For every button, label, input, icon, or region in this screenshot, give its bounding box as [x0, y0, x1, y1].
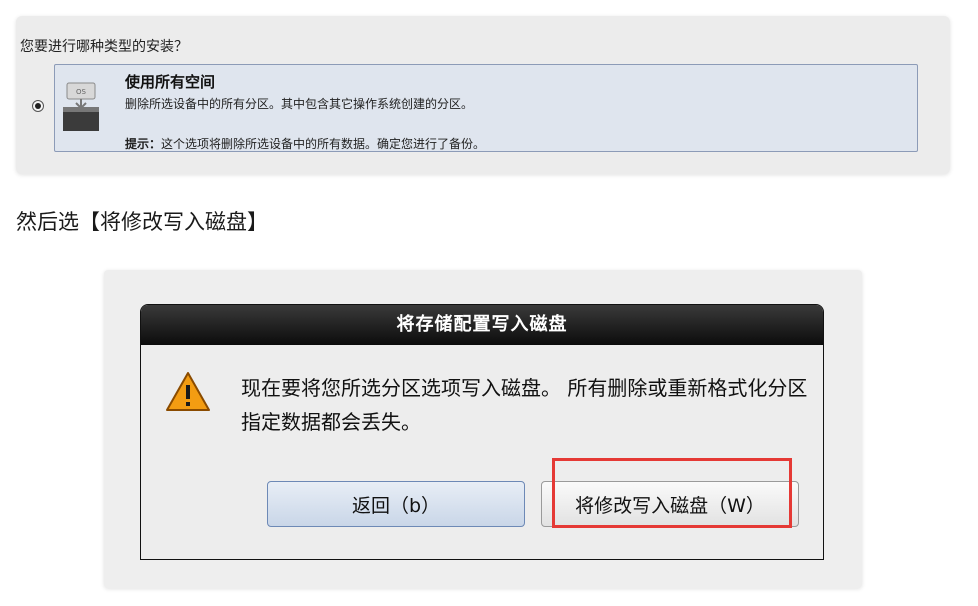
- instruction-caption: 然后选【将修改写入磁盘】: [16, 210, 268, 234]
- option-radio-button[interactable]: [32, 100, 44, 112]
- install-type-screenshot: 您要进行哪种类型的安装？ OS 使用所有空间 删除所选设备中的所有分区。其中包含…: [16, 16, 950, 174]
- hint-label: 提示：: [125, 137, 162, 151]
- svg-text:OS: OS: [76, 88, 87, 96]
- os-disk-icon: OS: [63, 82, 99, 131]
- dialog-screenshot: 将存储配置写入磁盘 现在要将您所选分区选项写入磁盘。 所有删除或重新格式化分区指…: [104, 270, 862, 588]
- dialog-title: 将存储配置写入磁盘: [141, 305, 823, 345]
- install-type-question: 您要进行哪种类型的安装？: [20, 39, 188, 55]
- dialog-message: 现在要将您所选分区选项写入磁盘。 所有删除或重新格式化分区指定数据都会丢失。: [241, 376, 808, 434]
- back-button[interactable]: 返回（b）: [267, 481, 525, 527]
- write-to-disk-button[interactable]: 将修改写入磁盘（W）: [541, 481, 799, 527]
- warning-icon: [166, 372, 210, 411]
- hint-text: 这个选项将删除所选设备中的所有数据。确定您进行了备份。: [161, 137, 486, 151]
- option-title: 使用所有空间: [125, 73, 216, 91]
- option-description: 删除所选设备中的所有分区。其中包含其它操作系统创建的分区。: [125, 97, 474, 111]
- write-storage-dialog: 将存储配置写入磁盘 现在要将您所选分区选项写入磁盘。 所有删除或重新格式化分区指…: [140, 304, 824, 560]
- use-all-space-option[interactable]: OS 使用所有空间 删除所选设备中的所有分区。其中包含其它操作系统创建的分区。 …: [54, 64, 918, 152]
- option-hint: 提示：这个选项将删除所选设备中的所有数据。确定您进行了备份。: [125, 135, 485, 152]
